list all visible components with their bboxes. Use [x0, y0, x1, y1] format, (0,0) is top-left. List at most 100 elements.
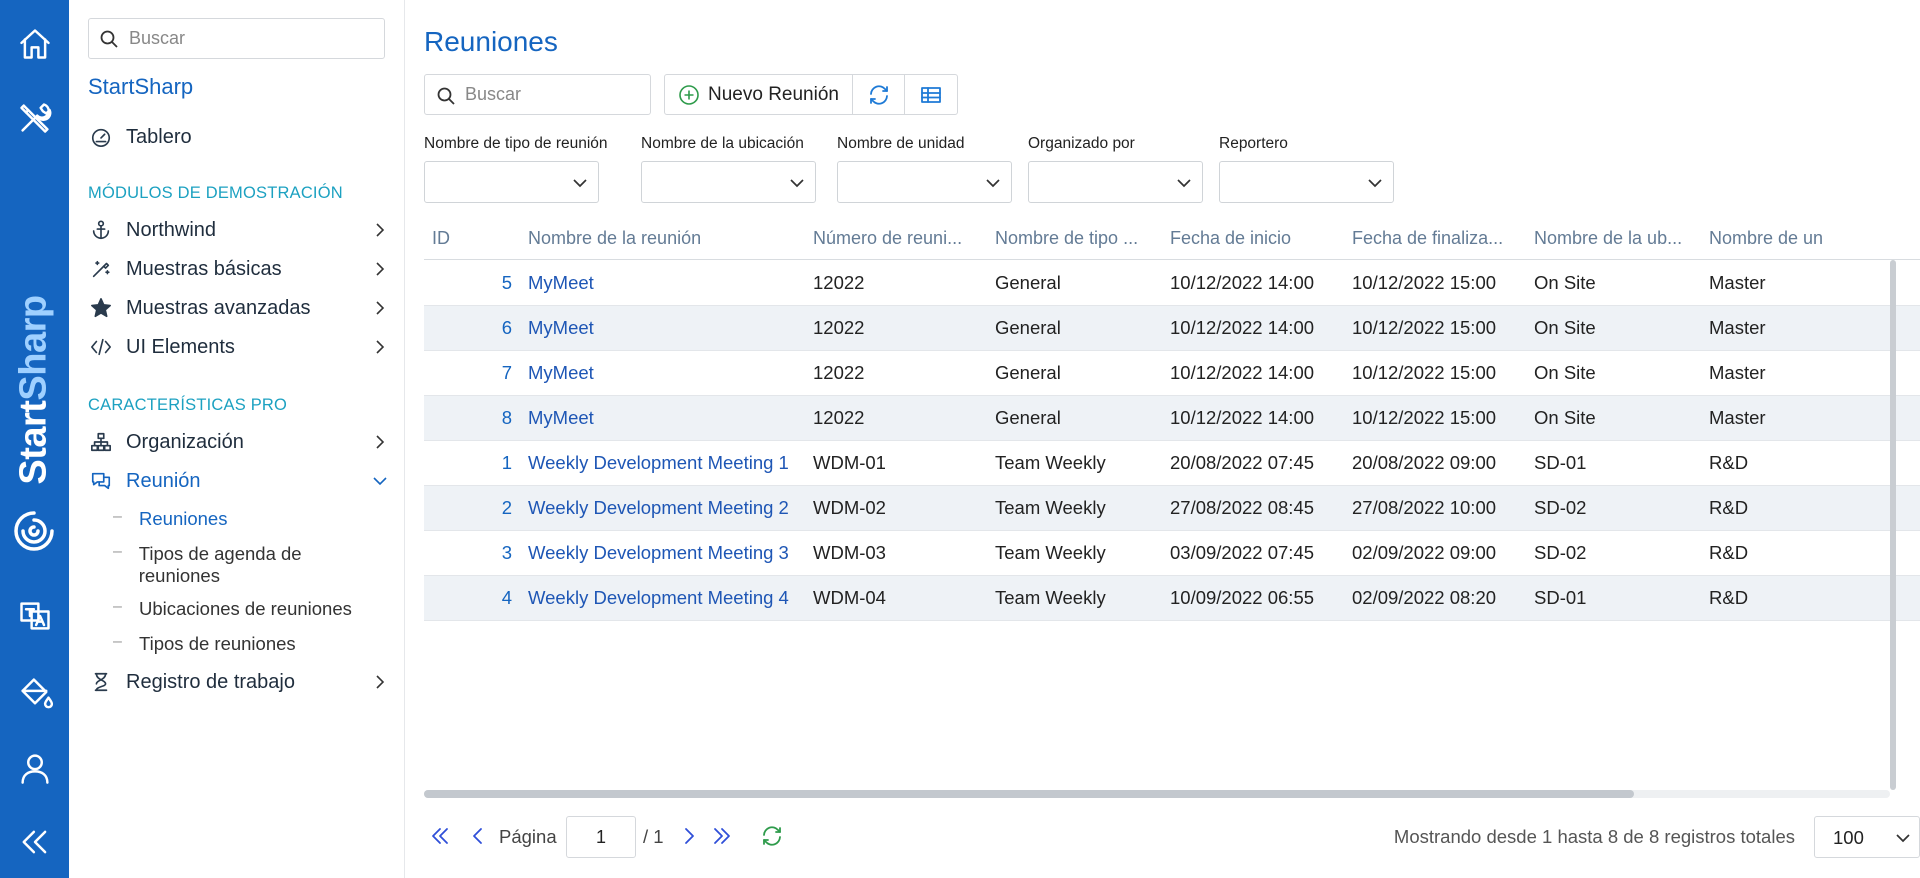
cell-id: 1 [501, 452, 512, 473]
nav-label: Tablero [126, 125, 192, 148]
column-header-meeting-type[interactable]: Nombre de tipo ... [987, 218, 1162, 260]
cell-location: On Site [1534, 317, 1596, 338]
pager: Página / 1 Mostrando desde 1 hasta 8 de … [406, 814, 1920, 858]
page-size-select[interactable]: 100 [1814, 816, 1920, 858]
tools-icon[interactable] [0, 88, 69, 148]
cell-meeting-name[interactable]: Weekly Development Meeting 1 [520, 441, 805, 485]
filter-select[interactable] [837, 161, 1012, 203]
chevron-right-icon [372, 674, 388, 690]
column-picker-button[interactable] [905, 75, 957, 114]
cell-unit: R&D [1709, 587, 1749, 608]
table-row[interactable]: 8 MyMeet 12022 General 10/12/2022 14:00 10/12… [424, 396, 1920, 441]
cell-meeting-number: 12022 [813, 272, 865, 293]
column-header-end-date[interactable]: Fecha de finaliza... [1344, 218, 1526, 260]
last-page-button[interactable] [710, 824, 736, 850]
subnav-locations[interactable]: – Ubicaciones de reuniones [113, 598, 383, 620]
subnav-meetings[interactable]: – Reuniones [113, 508, 383, 530]
main-content: Reuniones Nuevo Reunión Nombre de tipo d… [406, 0, 1920, 878]
column-header-unit[interactable]: Nombre de un [1701, 218, 1920, 260]
cell-meeting-type: General [995, 317, 1061, 338]
vertical-scrollbar[interactable] [1890, 260, 1896, 790]
cell-end-date: 10/12/2022 15:00 [1352, 362, 1497, 383]
filter-select[interactable] [424, 161, 599, 203]
sidebar-brand: StartSharp [88, 74, 194, 99]
nav-label: Northwind [126, 218, 217, 241]
nav-advanced-samples[interactable]: Muestras avanzadas [88, 291, 388, 325]
cell-meeting-name[interactable]: MyMeet [520, 261, 805, 305]
refresh-icon [763, 826, 781, 846]
cell-location: SD-01 [1534, 587, 1587, 608]
new-meeting-label: Nuevo Reunión [708, 83, 839, 105]
first-page-button[interactable] [428, 824, 454, 850]
horizontal-scrollbar-thumb[interactable] [424, 790, 1634, 798]
subnav-label: Tipos de agenda de reuniones [138, 543, 302, 586]
grid-search[interactable] [424, 74, 651, 115]
cell-meeting-name[interactable]: Weekly Development Meeting 2 [520, 486, 805, 530]
subnav-meeting-types[interactable]: – Tipos de reuniones [113, 633, 383, 655]
chevron-right-icon [372, 339, 388, 355]
new-meeting-button[interactable]: Nuevo Reunión [665, 75, 853, 114]
subnav-agenda-types[interactable]: – Tipos de agenda de reuniones [113, 543, 383, 587]
next-page-button[interactable] [677, 824, 703, 850]
cell-meeting-type: General [995, 272, 1061, 293]
table-row[interactable]: 5 MyMeet 12022 General 10/12/2022 14:00 10/12… [424, 261, 1920, 306]
collapse-icon[interactable] [0, 812, 69, 872]
nav-basic-samples[interactable]: Muestras básicas [88, 252, 388, 286]
cell-id: 8 [501, 407, 512, 428]
translate-icon[interactable] [0, 586, 69, 646]
chevron-right-icon [372, 300, 388, 316]
page-total: / 1 [643, 826, 664, 847]
home-icon[interactable] [0, 14, 69, 74]
cell-unit: R&D [1709, 542, 1749, 563]
nav-ui-elements[interactable]: UI Elements [88, 330, 388, 364]
cell-meeting-name[interactable]: Weekly Development Meeting 3 [520, 531, 805, 575]
user-icon[interactable] [0, 738, 69, 798]
column-header-meeting-number[interactable]: Número de reuni... [805, 218, 987, 260]
sidebar-search-input[interactable] [129, 25, 369, 52]
table-row[interactable]: 4 Weekly Development Meeting 4 WDM-04 Team … [424, 576, 1920, 621]
filter-label: Organizado por [1028, 135, 1135, 152]
cell-meeting-number: WDM-01 [813, 452, 886, 473]
prev-page-button[interactable] [466, 824, 492, 850]
column-header-id[interactable]: ID [424, 218, 520, 260]
star-icon [88, 295, 114, 321]
nav-worklog[interactable]: Registro de trabajo [88, 665, 388, 699]
nav-northwind[interactable]: Northwind [88, 213, 388, 247]
sidebar-search[interactable] [88, 18, 385, 59]
table-row[interactable]: 6 MyMeet 12022 General 10/12/2022 14:00 10/12… [424, 306, 1920, 351]
table-row[interactable]: 3 Weekly Development Meeting 3 WDM-03 Team … [424, 531, 1920, 576]
chevron-down-icon [1896, 834, 1910, 843]
nav-dashboard[interactable]: Tablero [88, 120, 388, 154]
cell-id: 6 [501, 317, 512, 338]
cell-meeting-name[interactable]: MyMeet [520, 306, 805, 350]
refresh-icon [869, 84, 888, 105]
cell-meeting-name[interactable]: MyMeet [520, 351, 805, 395]
nav-label: UI Elements [126, 335, 235, 358]
filter-select[interactable] [1028, 161, 1203, 203]
cell-meeting-name[interactable]: Weekly Development Meeting 4 [520, 576, 805, 620]
column-header-start-date[interactable]: Fecha de inicio [1162, 218, 1344, 260]
refresh-button[interactable] [853, 75, 905, 114]
paint-bucket-icon[interactable] [0, 662, 69, 722]
filter-reporter: Reportero [1219, 135, 1394, 203]
table-row[interactable]: 2 Weekly Development Meeting 2 WDM-02 Team … [424, 486, 1920, 531]
filter-select[interactable] [1219, 161, 1394, 203]
grid-search-input[interactable] [465, 81, 645, 108]
filter-select[interactable] [641, 161, 816, 203]
cell-id: 3 [501, 542, 512, 563]
filter-unit: Nombre de unidad [837, 135, 1012, 203]
column-header-location[interactable]: Nombre de la ub... [1526, 218, 1701, 260]
table-row[interactable]: 1 Weekly Development Meeting 1 WDM-01 Team … [424, 441, 1920, 486]
nav-meeting[interactable]: Reunión [88, 464, 388, 498]
nav-organization[interactable]: Organización [88, 425, 388, 459]
cell-meeting-name[interactable]: MyMeet [520, 396, 805, 440]
filter-organizer: Organizado por [1028, 135, 1203, 203]
cell-end-date: 10/12/2022 15:00 [1352, 272, 1497, 293]
table-row[interactable]: 7 MyMeet 12022 General 10/12/2022 14:00 10/12… [424, 351, 1920, 396]
page-number-input[interactable] [566, 816, 636, 858]
magic-wand-icon [88, 256, 114, 282]
cell-location: On Site [1534, 272, 1596, 293]
pager-refresh-button[interactable] [760, 824, 786, 850]
cell-end-date: 02/09/2022 08:20 [1352, 587, 1497, 608]
column-header-meeting-name[interactable]: Nombre de la reunión [520, 218, 805, 260]
